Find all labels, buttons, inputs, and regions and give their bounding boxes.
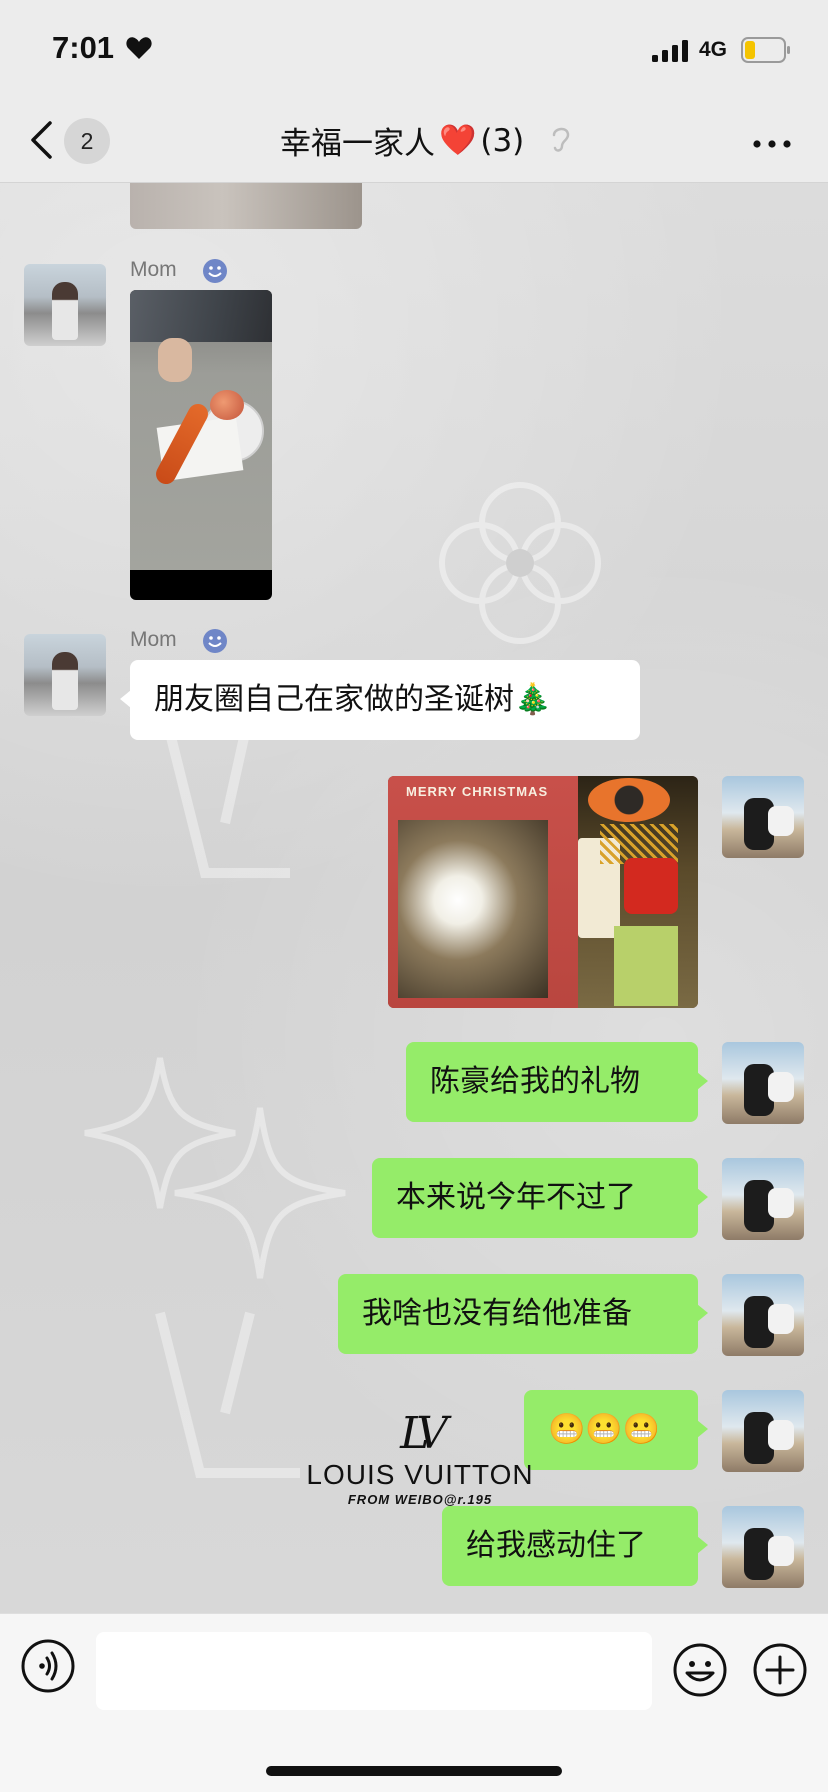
mom-avatar[interactable] (24, 264, 106, 346)
star-emboss-icon (174, 1107, 346, 1279)
message-bubble-outgoing[interactable]: 我啥也没有给他准备 (338, 1274, 708, 1354)
message-input[interactable] (96, 1632, 652, 1710)
input-bar (0, 1613, 828, 1792)
message-bubble-incoming[interactable]: 朋友圈自己在家做的圣诞树🎄 (120, 660, 640, 740)
watermark-source-text: FROM WEIBO@r.195 (347, 1492, 493, 1507)
emoji-icon[interactable] (672, 1642, 728, 1702)
status-bar: 7:01 4G (0, 0, 828, 96)
lv-emboss-icon (155, 1311, 300, 1478)
message-bubble-outgoing[interactable]: 陈豪给我的礼物 (406, 1042, 708, 1122)
message-bubble-outgoing[interactable]: 给我感动住了 (442, 1506, 708, 1586)
status-time: 7:01 (52, 30, 115, 65)
lv-brand-text: LOUIS VUITTON (306, 1459, 534, 1490)
my-avatar[interactable] (722, 1390, 804, 1472)
photo-message[interactable]: MERRY CHRISTMAS (388, 776, 698, 1008)
flower-emboss-icon (439, 482, 601, 644)
unread-count-badge[interactable]: 2 (64, 118, 110, 164)
previous-photo-message[interactable] (130, 183, 362, 229)
chat-title: 幸福一家人 ❤️ (3) (280, 118, 524, 163)
photo-message[interactable] (130, 290, 272, 600)
back-chevron-icon[interactable] (28, 120, 54, 164)
battery-icon (741, 37, 791, 67)
mute-ear-icon (550, 124, 572, 158)
my-avatar[interactable] (722, 1158, 804, 1240)
smiley-status-icon (202, 258, 228, 288)
more-options-icon[interactable] (752, 134, 792, 153)
mom-avatar[interactable] (24, 634, 106, 716)
voice-icon[interactable] (20, 1638, 76, 1698)
message-bubble-outgoing[interactable]: 本来说今年不过了 (372, 1158, 708, 1238)
message-bubble-outgoing[interactable]: 😬😬😬 (524, 1390, 708, 1470)
lv-watermark: LV LOUIS VUITTON FROM WEIBO@r.195 (300, 1408, 540, 1508)
home-indicator[interactable] (266, 1766, 562, 1776)
sender-name: Mom (130, 628, 177, 651)
network-label: 4G (699, 38, 728, 61)
photo-caption-text: MERRY CHRISTMAS (406, 784, 549, 799)
my-avatar[interactable] (722, 1274, 804, 1356)
member-count: (3) (480, 122, 525, 159)
my-avatar[interactable] (722, 1042, 804, 1124)
signal-icon (652, 40, 690, 66)
sender-name: Mom (130, 258, 177, 281)
chat-title-emoji: ❤️ (439, 123, 477, 158)
lv-emboss-icon (165, 731, 290, 878)
plus-icon[interactable] (752, 1642, 808, 1702)
my-avatar[interactable] (722, 776, 804, 858)
my-avatar[interactable] (722, 1506, 804, 1588)
heart-icon (126, 36, 152, 64)
chat-title-text: 幸福一家人 (280, 126, 435, 162)
chat-header: 2 幸福一家人 ❤️ (3) (0, 96, 828, 183)
smiley-status-icon (202, 628, 228, 658)
lv-monogram: LV (400, 1408, 448, 1459)
